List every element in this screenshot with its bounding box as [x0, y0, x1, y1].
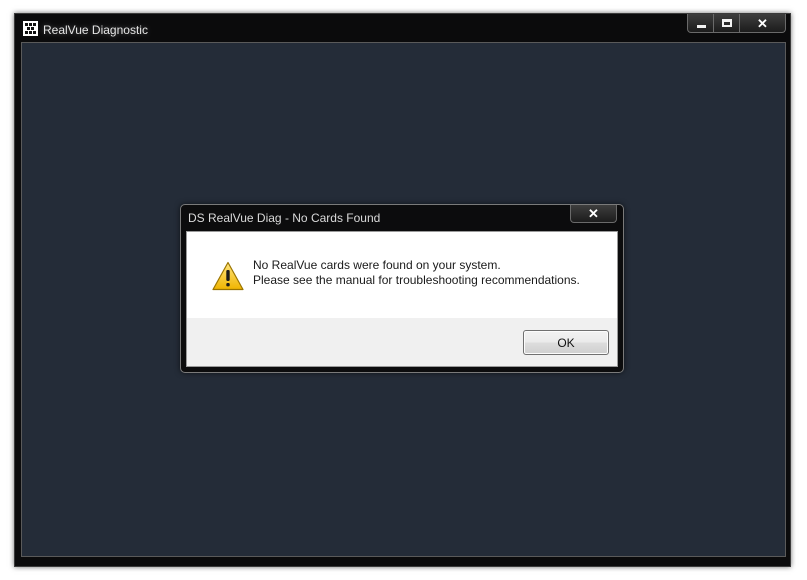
message-line-2: Please see the manual for troubleshootin… — [253, 273, 580, 287]
message-panel: No RealVue cards were found on your syst… — [187, 232, 617, 318]
app-icon[interactable] — [23, 21, 38, 36]
dialog-title: DS RealVue Diag - No Cards Found — [188, 211, 381, 225]
maximize-button[interactable] — [714, 14, 740, 33]
caption-buttons: ✕ — [687, 14, 786, 34]
close-icon: ✕ — [757, 16, 768, 31]
close-icon: ✕ — [588, 206, 599, 221]
minimize-button[interactable] — [687, 14, 714, 33]
dialog-close-button[interactable]: ✕ — [570, 205, 617, 223]
maximize-icon — [722, 19, 732, 27]
window-title: RealVue Diagnostic — [43, 23, 148, 37]
message-line-1: No RealVue cards were found on your syst… — [253, 258, 501, 272]
minimize-icon — [697, 25, 706, 28]
ok-button[interactable]: OK — [523, 330, 609, 355]
message-dialog: DS RealVue Diag - No Cards Found ✕ No Re… — [180, 204, 624, 373]
dialog-body: No RealVue cards were found on your syst… — [186, 231, 618, 367]
warning-icon — [212, 261, 244, 291]
message-text: No RealVue cards were found on your syst… — [253, 258, 580, 288]
close-button[interactable]: ✕ — [740, 14, 786, 33]
